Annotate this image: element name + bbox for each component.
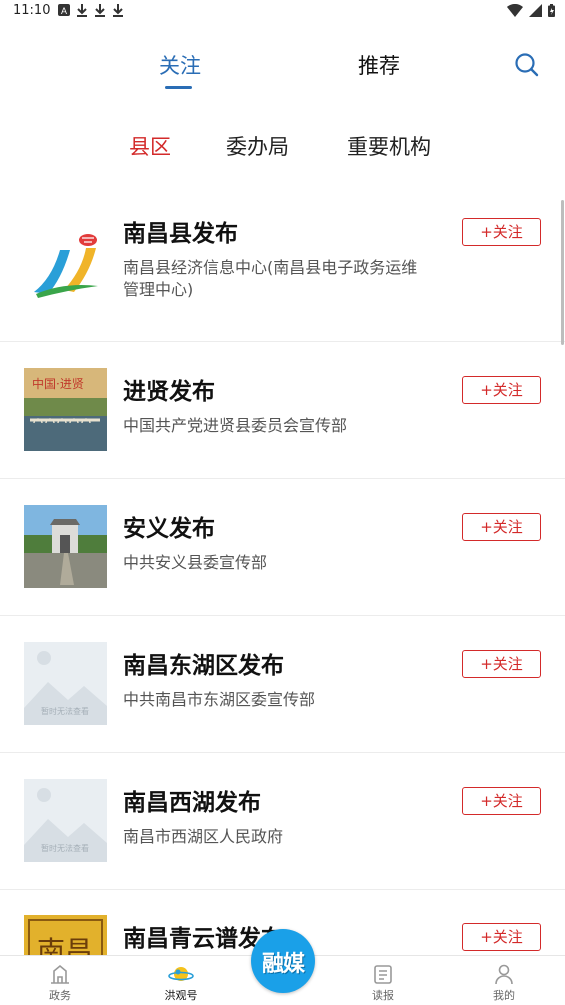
- nav-label: 我的: [493, 989, 515, 1002]
- tab-follow[interactable]: 关注: [159, 50, 201, 80]
- status-bar: 11:10 A: [0, 0, 565, 24]
- item-title: 安义发布: [123, 516, 215, 542]
- download-icon: [113, 4, 123, 17]
- thumb-caption: 暂时无法查看: [41, 706, 89, 716]
- follow-button[interactable]: +关注: [462, 650, 541, 678]
- status-time: 11:10: [13, 3, 51, 18]
- item-description: 中共南昌市东湖区委宣传部: [123, 690, 316, 709]
- center-button-label: 融媒: [261, 952, 305, 977]
- item-description: 南昌市西湖区人民政府: [123, 827, 284, 846]
- media-center-button[interactable]: 融媒: [251, 929, 315, 993]
- list-item[interactable]: 安义发布 中共安义县委宣传部 +关注: [0, 479, 565, 616]
- search-button[interactable]: [512, 50, 542, 80]
- item-description: 中国共产党进贤县委员会宣传部: [123, 416, 348, 435]
- subtab-commissions[interactable]: 委办局: [226, 131, 289, 161]
- follow-button[interactable]: +关注: [462, 218, 541, 246]
- placeholder-image: 暂时无法查看: [24, 642, 107, 725]
- planet-icon: [168, 967, 194, 981]
- item-description: 中共安义县委宣传部: [123, 553, 268, 572]
- list-item[interactable]: 暂时无法查看 南昌东湖区发布 中共南昌市东湖区委宣传部 +关注: [0, 616, 565, 753]
- list-item[interactable]: 中国·进贤 进贤发布 中国共产党进贤县委员会宣传部 +关注: [0, 342, 565, 479]
- nav-label: 政务: [49, 989, 71, 1002]
- download-icon: [95, 4, 105, 17]
- nanchang-county-logo: [24, 220, 107, 303]
- placeholder-image: 暂时无法查看: [24, 779, 107, 862]
- anyi-gate-photo: [24, 505, 107, 588]
- item-title: 南昌东湖区发布: [123, 653, 284, 679]
- thumb-caption: 暂时无法查看: [41, 843, 89, 853]
- item-title: 南昌西湖发布: [123, 790, 261, 816]
- item-title: 进贤发布: [123, 379, 215, 405]
- item-description: 南昌县经济信息中心(南昌县电子政务运维管理中心): [123, 258, 418, 299]
- list-item[interactable]: 南昌县发布 南昌县经济信息中心(南昌县电子政务运维管理中心) +关注: [0, 195, 565, 342]
- item-title: 南昌县发布: [123, 221, 238, 247]
- jinxian-bridge-photo: 中国·进贤: [24, 368, 107, 451]
- subtab-key-institutions[interactable]: 重要机构: [347, 131, 431, 161]
- thumb-caption: 中国·进贤: [32, 376, 84, 391]
- nav-newspaper[interactable]: 读报: [348, 956, 418, 1005]
- active-tab-indicator: [165, 86, 192, 89]
- nav-hongguanhao[interactable]: 洪观号: [146, 956, 216, 1005]
- nav-government[interactable]: 政务: [25, 956, 95, 1005]
- government-icon: [51, 964, 69, 984]
- wifi-icon: [507, 4, 523, 17]
- download-icon: [77, 4, 87, 17]
- search-icon: [515, 53, 539, 77]
- user-icon: [495, 964, 513, 985]
- list-item[interactable]: 暂时无法查看 南昌西湖发布 南昌市西湖区人民政府 +关注: [0, 753, 565, 890]
- scrollbar[interactable]: [561, 200, 564, 345]
- signal-icon: [529, 4, 542, 17]
- nav-label: 读报: [372, 989, 394, 1002]
- follow-button[interactable]: +关注: [462, 513, 541, 541]
- svg-text:A: A: [61, 6, 67, 16]
- newspaper-icon: [374, 965, 392, 984]
- battery-icon: [548, 4, 555, 17]
- follow-button[interactable]: +关注: [462, 376, 541, 404]
- follow-button[interactable]: +关注: [462, 787, 541, 815]
- subtab-county[interactable]: 县区: [129, 131, 171, 161]
- top-nav: 关注 推荐: [0, 42, 565, 98]
- nav-label: 洪观号: [164, 989, 198, 1002]
- tab-recommend[interactable]: 推荐: [358, 50, 400, 80]
- a-icon: A: [58, 4, 70, 16]
- nav-mine[interactable]: 我的: [469, 956, 539, 1005]
- follow-button[interactable]: +关注: [462, 923, 541, 951]
